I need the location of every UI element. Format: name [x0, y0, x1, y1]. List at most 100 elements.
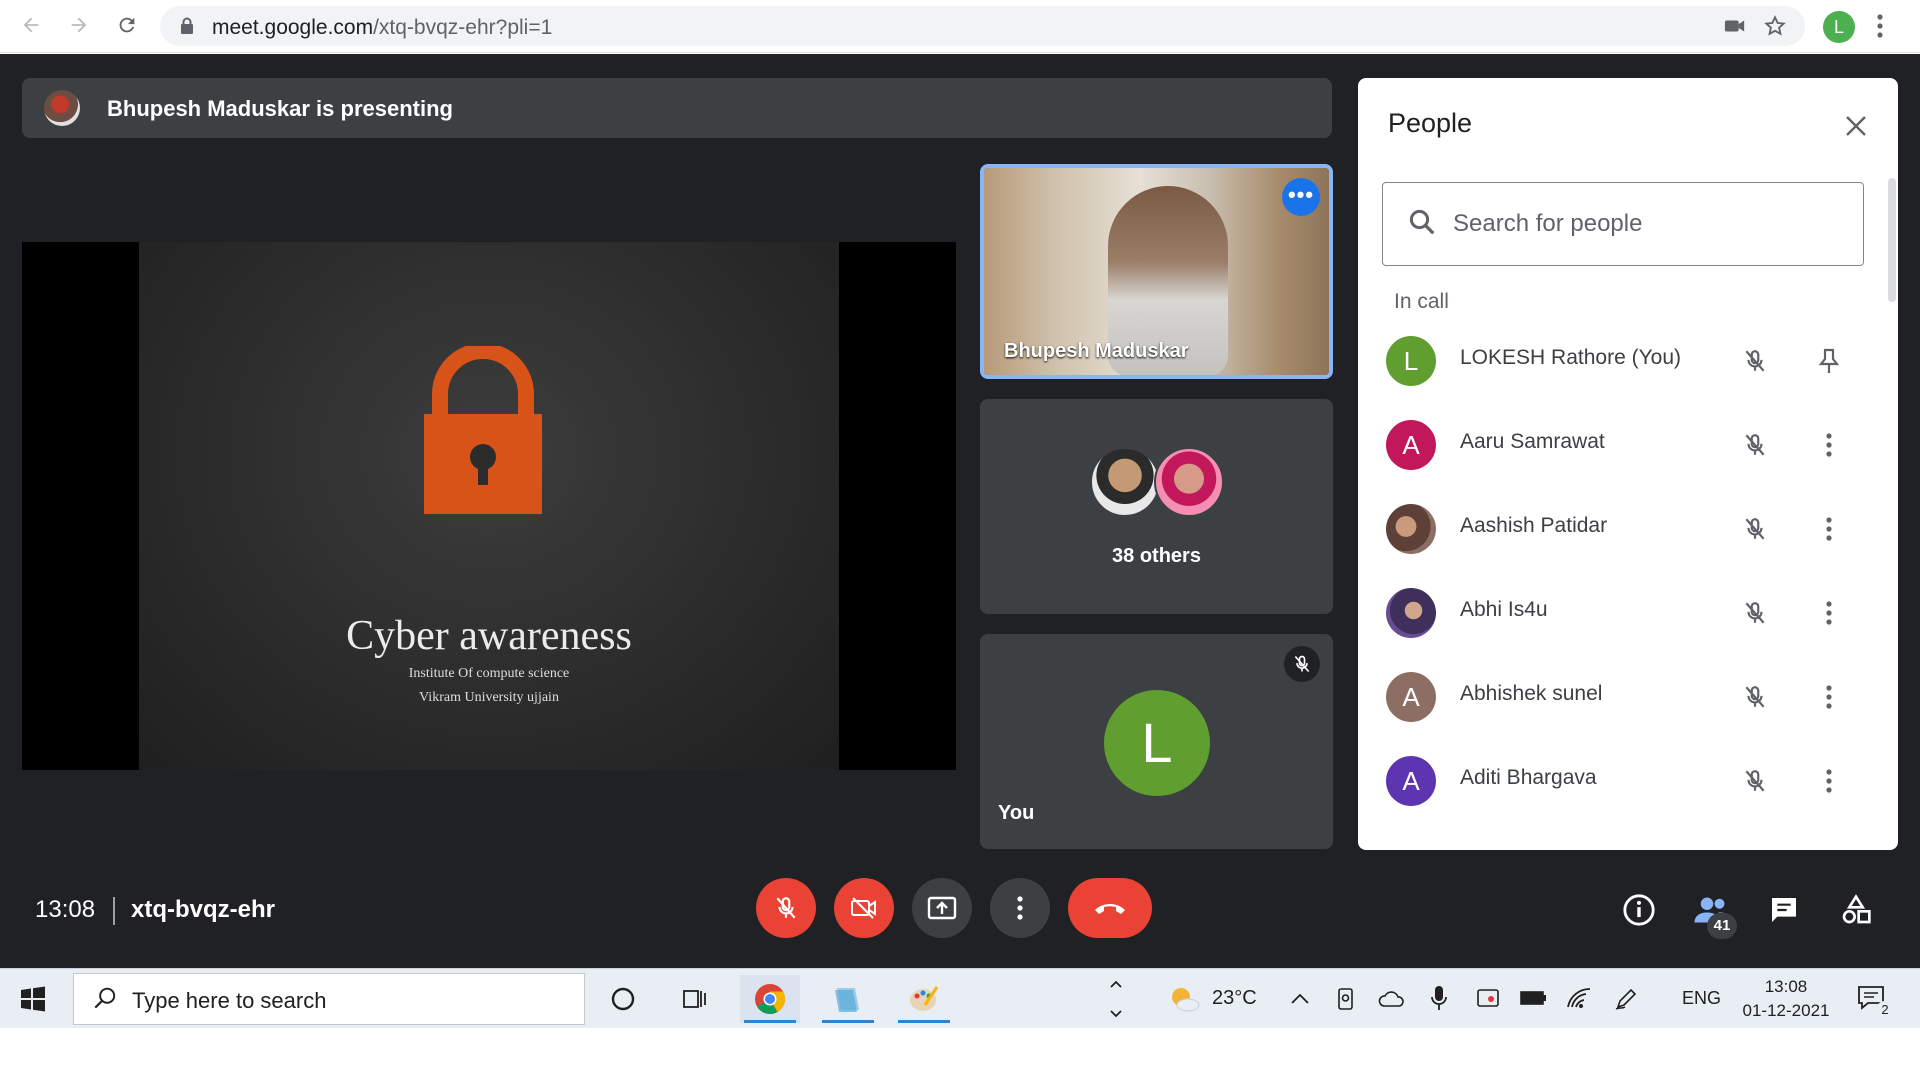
app-taskbar-button[interactable]	[818, 975, 878, 1023]
meeting-clock: 13:08	[35, 896, 96, 923]
windows-taskbar: Type here to search 23°C ENG 13:08 01-12…	[0, 968, 1920, 1028]
battery-icon[interactable]	[1520, 989, 1548, 1007]
mic-off-icon	[1736, 426, 1774, 464]
presenting-label: Bhupesh Maduskar is presenting	[107, 96, 453, 121]
lock-icon	[180, 17, 194, 35]
chat-icon	[1772, 898, 1796, 922]
mic-off-icon	[776, 897, 796, 919]
microphone-icon[interactable]	[1430, 985, 1448, 1011]
cortana-icon[interactable]	[593, 975, 653, 1023]
active-indicator	[744, 1020, 796, 1023]
in-call-heading: In call	[1394, 290, 1449, 313]
activities-button[interactable]	[1834, 888, 1878, 932]
present-now-button[interactable]	[912, 878, 972, 938]
people-search-box[interactable]	[1382, 182, 1864, 266]
forward-icon[interactable]	[64, 10, 94, 40]
end-call-icon	[1095, 904, 1125, 914]
notepad-icon	[835, 988, 859, 1012]
others-count-label: 38 others	[1112, 545, 1201, 567]
participant-avatar: A	[1386, 756, 1436, 806]
slide-title: Cyber awareness	[346, 613, 632, 659]
panel-title: People	[1388, 108, 1473, 138]
presenting-banner: Bhupesh Maduskar is presenting	[22, 78, 1332, 138]
mic-off-icon	[1284, 646, 1320, 682]
address-bar[interactable]: meet.google.com/xtq-bvqz-ehr?pli=1	[160, 6, 1805, 46]
page-bottom-margin	[0, 1028, 1920, 1080]
mic-off-icon	[1736, 762, 1774, 800]
taskbar-search-box[interactable]: Type here to search	[73, 973, 585, 1025]
paint-taskbar-button[interactable]	[894, 975, 954, 1023]
paint-icon	[910, 986, 939, 1011]
profile-avatar[interactable]: L	[1823, 11, 1855, 43]
windows-start-icon[interactable]	[20, 986, 46, 1012]
more-vert-icon[interactable]	[1810, 678, 1848, 716]
participant-avatar-photo	[1386, 588, 1436, 638]
browser-menu-icon[interactable]	[1876, 13, 1884, 39]
taskbar-scroll-arrows[interactable]	[1108, 975, 1124, 1023]
panel-scrollbar[interactable]	[1888, 178, 1896, 302]
leave-call-button[interactable]	[1068, 878, 1152, 938]
activities-icon	[1842, 894, 1871, 924]
participant-row[interactable]: A Aditi Bhargava	[1358, 738, 1888, 822]
info-icon	[1623, 894, 1655, 926]
url-text: meet.google.com/xtq-bvqz-ehr?pli=1	[212, 16, 553, 39]
screen-capture-icon[interactable]	[1476, 987, 1500, 1011]
pen-icon[interactable]	[1614, 987, 1638, 1011]
meet-now-icon[interactable]	[1336, 987, 1358, 1011]
mic-off-icon	[1736, 510, 1774, 548]
participant-name: Aaru Samrawat	[1460, 430, 1605, 453]
toggle-mic-button[interactable]	[756, 878, 816, 938]
chat-button[interactable]	[1762, 888, 1806, 932]
slide-subtitle: Vikram University ujjain	[419, 690, 559, 705]
presenter-video-tile[interactable]: Bhupesh Maduskar •••	[980, 164, 1333, 379]
meeting-code: xtq-bvqz-ehr	[131, 896, 275, 923]
participant-row[interactable]: Aashish Patidar	[1358, 486, 1888, 570]
camera-in-use-icon[interactable]	[1724, 16, 1746, 36]
participant-row[interactable]: A Aaru Samrawat	[1358, 402, 1888, 486]
mic-off-icon	[1736, 678, 1774, 716]
pin-icon[interactable]	[1810, 342, 1848, 380]
people-search-input[interactable]	[1453, 207, 1843, 241]
meet-stage: Bhupesh Maduskar is presenting Cyber awa…	[0, 54, 1920, 968]
shared-screen[interactable]: Cyber awareness Institute Of compute sci…	[22, 242, 956, 770]
weather-icon[interactable]	[1168, 983, 1202, 1015]
participant-avatar: A	[1386, 420, 1436, 470]
taskbar-date[interactable]: 01-12-2021	[1732, 1001, 1840, 1021]
more-vert-icon	[1017, 896, 1023, 920]
taskbar-search-placeholder: Type here to search	[132, 988, 327, 1013]
active-indicator	[822, 1020, 874, 1023]
more-vert-icon[interactable]	[1810, 762, 1848, 800]
toggle-camera-button[interactable]	[834, 878, 894, 938]
chrome-icon	[755, 984, 786, 1015]
more-options-button[interactable]	[990, 878, 1050, 938]
reload-icon[interactable]	[112, 10, 142, 40]
show-hidden-icons-icon[interactable]	[1290, 991, 1310, 1005]
participant-row[interactable]: A Abhishek sunel	[1358, 654, 1888, 738]
chrome-taskbar-button[interactable]	[740, 975, 800, 1023]
input-language[interactable]: ENG	[1682, 988, 1721, 1009]
participant-avatar: L	[1386, 336, 1436, 386]
close-icon[interactable]	[1836, 106, 1876, 146]
participant-name: Abhishek sunel	[1460, 682, 1603, 705]
participant-row[interactable]: L LOKESH Rathore (You)	[1358, 318, 1888, 402]
self-name-label: You	[998, 802, 1035, 824]
presenter-avatar	[44, 90, 80, 126]
task-view-icon[interactable]	[664, 975, 724, 1023]
self-tile[interactable]: L You	[980, 634, 1333, 849]
more-vert-icon[interactable]	[1810, 510, 1848, 548]
participant-name: LOKESH Rathore (You)	[1460, 346, 1682, 369]
onedrive-icon[interactable]	[1378, 989, 1406, 1009]
more-vert-icon[interactable]	[1810, 594, 1848, 632]
tile-more-options-button[interactable]: •••	[1282, 178, 1320, 216]
weather-temperature[interactable]: 23°C	[1212, 987, 1257, 1010]
participant-name: Abhi Is4u	[1460, 598, 1548, 621]
meeting-details-button[interactable]	[1617, 888, 1661, 932]
more-vert-icon[interactable]	[1810, 426, 1848, 464]
participant-row[interactable]: Abhi Is4u	[1358, 570, 1888, 654]
back-icon[interactable]	[16, 10, 46, 40]
taskbar-time[interactable]: 13:08	[1740, 977, 1832, 997]
wifi-icon[interactable]	[1566, 987, 1592, 1009]
others-tile[interactable]: 38 others	[980, 399, 1333, 614]
bookmark-star-icon[interactable]	[1764, 15, 1786, 37]
participant-name: Aditi Bhargava	[1460, 766, 1597, 789]
